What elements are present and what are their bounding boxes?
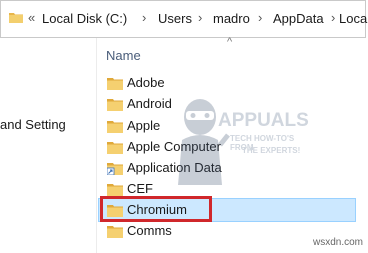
- shortcut-folder-icon: [107, 163, 123, 175]
- breadcrumb-madro[interactable]: madro: [213, 11, 250, 26]
- folder-icon: [107, 121, 123, 133]
- watermark-logo: APPUALS TECH HOW-TO'S FROM THE EXPERTS!: [170, 90, 309, 200]
- file-name: Apple: [127, 118, 161, 133]
- breadcrumb-separator[interactable]: ›: [198, 10, 202, 25]
- breadcrumb-separator[interactable]: ›: [258, 10, 262, 25]
- navigation-pane[interactable]: and Setting: [0, 38, 97, 253]
- credit-text: wsxdn.com: [313, 237, 364, 248]
- folder-icon: [9, 13, 23, 23]
- folder-icon: [107, 226, 123, 238]
- sort-ascending-icon[interactable]: ^: [227, 36, 232, 48]
- file-name: Comms: [127, 223, 172, 238]
- file-name: Android: [127, 96, 172, 111]
- address-bar[interactable]: « Local Disk (C:) › Users › madro › AppD…: [0, 0, 368, 38]
- folder-icon: [107, 78, 123, 90]
- folder-icon: [107, 142, 123, 154]
- breadcrumb-local-disk[interactable]: Local Disk (C:): [42, 11, 127, 26]
- nav-item-documents-and-settings[interactable]: and Setting: [0, 117, 66, 132]
- breadcrumb-separator[interactable]: ›: [142, 10, 146, 25]
- column-header-name[interactable]: Name: [106, 48, 141, 63]
- file-name: CEF: [127, 181, 153, 196]
- folder-icon: [107, 184, 123, 196]
- breadcrumb-local[interactable]: Local: [339, 11, 368, 26]
- breadcrumb-appdata[interactable]: AppData: [273, 11, 324, 26]
- breadcrumb-separator[interactable]: ›: [331, 10, 335, 25]
- file-name: Adobe: [127, 75, 165, 90]
- breadcrumb-users[interactable]: Users: [158, 11, 192, 26]
- folder-icon: [107, 99, 123, 111]
- address-back-chevron[interactable]: «: [28, 10, 35, 25]
